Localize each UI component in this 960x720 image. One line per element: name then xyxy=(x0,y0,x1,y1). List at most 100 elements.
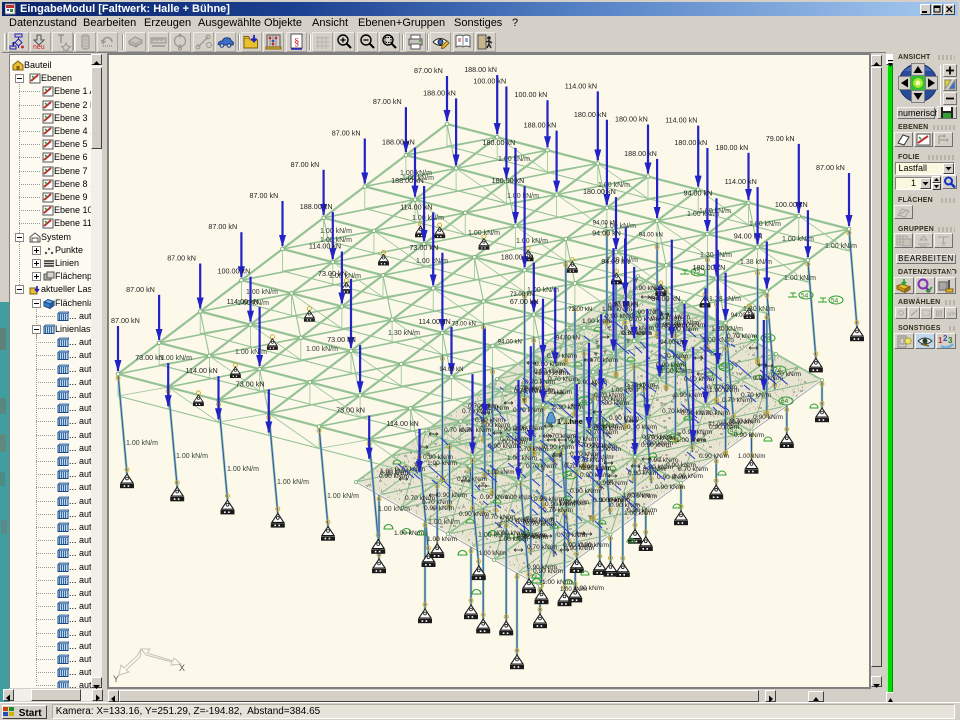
svg-text:1.00 kN/m: 1.00 kN/m xyxy=(505,495,532,501)
svg-text:0.90 kN/m: 0.90 kN/m xyxy=(457,476,488,483)
svg-text:87.00 kN: 87.00 kN xyxy=(126,285,155,294)
svg-text:0.70 kN/m: 0.70 kN/m xyxy=(741,392,772,399)
svg-text:180.00 kN: 180.00 kN xyxy=(583,187,616,196)
svg-text:67.00 kN: 67.00 kN xyxy=(510,297,539,306)
svg-text:188.00 kN: 188.00 kN xyxy=(382,138,415,147)
svg-text:1.00 kN/m: 1.00 kN/m xyxy=(624,510,655,517)
svg-text:0.70 kN/m: 0.70 kN/m xyxy=(548,376,579,383)
svg-text:3: 3 xyxy=(948,336,953,345)
svg-text:188.00 kN: 188.00 kN xyxy=(423,88,456,97)
svg-text:0.90 kN/m: 0.90 kN/m xyxy=(547,353,578,360)
svg-text:79.00 kN: 79.00 kN xyxy=(766,134,795,143)
svg-text:0.70 kN/m: 0.70 kN/m xyxy=(485,514,516,521)
svg-text:114.00 kN: 114.00 kN xyxy=(400,202,432,211)
svg-text:0.70 kN/m: 0.70 kN/m xyxy=(678,466,709,473)
svg-text:114.00 kN: 114.00 kN xyxy=(387,419,419,428)
svg-text:180.00 kN: 180.00 kN xyxy=(674,138,707,147)
svg-text:114.00 kN: 114.00 kN xyxy=(665,116,697,125)
svg-text:0.90 kN/m: 0.90 kN/m xyxy=(524,517,555,524)
svg-text:0.90 kN/m: 0.90 kN/m xyxy=(734,432,765,439)
svg-text:§: § xyxy=(294,36,300,48)
svg-text:180.00 kN: 180.00 kN xyxy=(615,115,648,124)
svg-text:73.00 kN: 73.00 kN xyxy=(510,292,534,298)
svg-text:1 ...hne: 1 ...hne xyxy=(557,417,583,426)
svg-text:1.00 kN/m: 1.00 kN/m xyxy=(427,536,458,543)
svg-text:1.00 kN/m: 1.00 kN/m xyxy=(498,536,529,543)
svg-text:114.00 kN: 114.00 kN xyxy=(227,297,259,306)
svg-text:0.70 kN/m: 0.70 kN/m xyxy=(543,507,574,514)
svg-text:188.00 kN: 188.00 kN xyxy=(391,176,424,185)
svg-text:1.00 kN/m: 1.00 kN/m xyxy=(378,506,410,513)
svg-text:1.00 kN/m: 1.00 kN/m xyxy=(227,466,259,473)
svg-text:87.00 kN: 87.00 kN xyxy=(373,97,402,106)
svg-text:114.00 kN: 114.00 kN xyxy=(419,317,451,326)
svg-text:87.00 kN: 87.00 kN xyxy=(816,163,845,172)
svg-text:180.00 kN: 180.00 kN xyxy=(501,253,534,262)
svg-text:alle: alle xyxy=(947,312,956,318)
svg-text:1.00 kN/m: 1.00 kN/m xyxy=(320,228,352,235)
svg-text:1.00 kN/m: 1.00 kN/m xyxy=(427,460,458,467)
svg-text:0.70 kN/m: 0.70 kN/m xyxy=(395,466,426,473)
svg-text:64: 64 xyxy=(781,398,789,405)
svg-text:0.70 kN/m: 0.70 kN/m xyxy=(677,322,708,329)
svg-text:0.90 kN/m: 0.90 kN/m xyxy=(498,426,529,433)
svg-text:0.70 kN/m: 0.70 kN/m xyxy=(727,333,758,340)
svg-text:94.00 kN: 94.00 kN xyxy=(593,220,617,226)
svg-text:0.90 kN/m: 0.90 kN/m xyxy=(655,484,686,491)
svg-text:0.70 kN/m: 0.70 kN/m xyxy=(422,499,453,506)
svg-text:114.00 kN: 114.00 kN xyxy=(725,177,757,186)
svg-text:94.00 kN: 94.00 kN xyxy=(592,229,621,238)
svg-text:0.90 kN/m: 0.90 kN/m xyxy=(681,410,712,417)
svg-text:0.90 kN/m: 0.90 kN/m xyxy=(423,454,454,461)
svg-text:1.00 kN/m: 1.00 kN/m xyxy=(428,519,460,526)
svg-text:0.90 kN/m: 0.90 kN/m xyxy=(544,444,575,451)
svg-text:1.00 kN/m: 1.00 kN/m xyxy=(676,437,707,444)
svg-text:0.90 kN/m: 0.90 kN/m xyxy=(459,511,490,518)
svg-text:Y: Y xyxy=(113,674,119,684)
svg-text:114.00 kN: 114.00 kN xyxy=(186,366,218,375)
svg-text:0.90 kN/m: 0.90 kN/m xyxy=(580,472,611,479)
svg-text:54: 54 xyxy=(801,293,809,300)
svg-text:neu: neu xyxy=(33,44,45,51)
svg-text:0.90 kN/m: 0.90 kN/m xyxy=(753,375,784,382)
svg-text:1.00 kN/m: 1.00 kN/m xyxy=(160,355,192,362)
svg-text:1.00 kN/m: 1.00 kN/m xyxy=(591,446,622,453)
svg-text:1.00 kN/m: 1.00 kN/m xyxy=(306,346,338,353)
svg-text:87.00 kN: 87.00 kN xyxy=(208,222,237,231)
svg-text:1.00 kN/m: 1.00 kN/m xyxy=(825,243,857,250)
svg-text:0.90 kN/m: 0.90 kN/m xyxy=(424,505,455,512)
svg-text:0.90 kN/m: 0.90 kN/m xyxy=(535,361,566,368)
svg-text:94.00 kN: 94.00 kN xyxy=(556,336,580,342)
svg-text:1.00 kN/m: 1.00 kN/m xyxy=(479,551,506,557)
svg-text:0.90 kN/m: 0.90 kN/m xyxy=(597,480,628,487)
svg-text:67.00 kN: 67.00 kN xyxy=(614,302,638,308)
svg-text:X: X xyxy=(179,663,185,673)
svg-text:94.00 kN: 94.00 kN xyxy=(498,339,522,345)
svg-text:1.00 kN/m: 1.00 kN/m xyxy=(559,501,586,507)
svg-text:1.30 kN/m: 1.30 kN/m xyxy=(388,330,420,337)
svg-text:1.00 kN/m: 1.00 kN/m xyxy=(687,211,719,218)
svg-text:1.00 kN/m: 1.00 kN/m xyxy=(235,349,267,356)
svg-text:1.00 kN/m: 1.00 kN/m xyxy=(784,275,816,282)
svg-text:0.70 kN/m: 0.70 kN/m xyxy=(500,436,531,443)
svg-text:1.00 kN/m: 1.00 kN/m xyxy=(542,579,573,586)
svg-text:1.00 kN/m: 1.00 kN/m xyxy=(738,454,765,460)
svg-text:0.90 kN/m: 0.90 kN/m xyxy=(437,492,468,499)
svg-text:188.00 kN: 188.00 kN xyxy=(300,202,333,211)
svg-text:1.00 kN/m: 1.00 kN/m xyxy=(749,221,781,228)
svg-text:1.00 kN/m: 1.00 kN/m xyxy=(412,215,444,222)
svg-text:94.00 kN: 94.00 kN xyxy=(639,233,663,239)
svg-text:0.90 kN/m: 0.90 kN/m xyxy=(579,542,610,549)
svg-text:94.00 kN: 94.00 kN xyxy=(660,340,684,346)
svg-text:94.00 kN: 94.00 kN xyxy=(731,313,755,319)
svg-text:114.00 kN: 114.00 kN xyxy=(309,242,341,251)
svg-text:0.70 kN/m: 0.70 kN/m xyxy=(642,434,673,441)
svg-text:87.00 kN: 87.00 kN xyxy=(291,160,320,169)
svg-text:73.00 kN: 73.00 kN xyxy=(452,322,476,328)
svg-text:1.30 kN/m: 1.30 kN/m xyxy=(743,306,775,313)
svg-text:0.90 kN/m: 0.90 kN/m xyxy=(570,488,601,495)
svg-text:0.90 kN/m: 0.90 kN/m xyxy=(533,568,564,575)
svg-text:100.00 kN: 100.00 kN xyxy=(515,90,548,99)
svg-text:188.00 kN: 188.00 kN xyxy=(624,149,657,158)
svg-text:180.00 kN: 180.00 kN xyxy=(483,138,516,147)
